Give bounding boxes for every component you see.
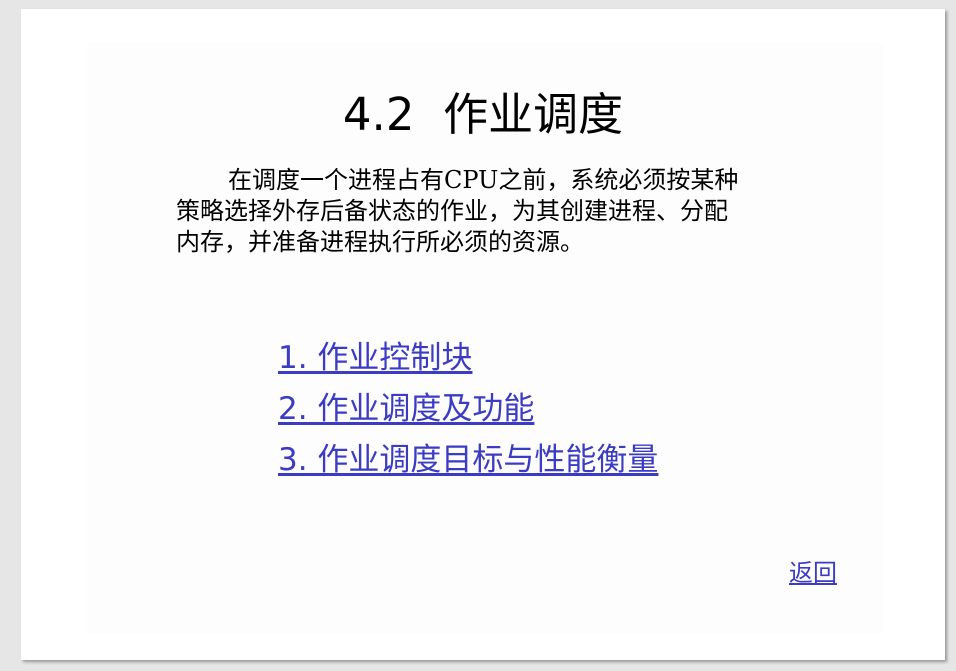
back-link[interactable]: 返回 (789, 558, 837, 588)
slide: 4.2 作业调度 在调度一个进程占有CPU之前，系统必须按某种 策略选择外存后备… (21, 9, 945, 660)
link-job-control-block[interactable]: 1. 作业控制块 (278, 333, 658, 384)
slide-title: 4.2 作业调度 (342, 88, 624, 141)
link-scheduling-goals-performance[interactable]: 3. 作业调度目标与性能衡量 (278, 435, 658, 486)
paragraph-line: 在调度一个进程占有CPU之前，系统必须按某种 (228, 166, 739, 194)
paragraph-line: 内存，并准备进程执行所必须的资源。 (176, 228, 584, 256)
link-job-scheduling-functions[interactable]: 2. 作业调度及功能 (278, 384, 658, 435)
paragraph-line: 策略选择外存后备状态的作业，为其创建进程、分配 (176, 197, 728, 225)
slide-paragraph: 在调度一个进程占有CPU之前，系统必须按某种 策略选择外存后备状态的作业，为其创… (176, 165, 796, 258)
topic-links: 1. 作业控制块 2. 作业调度及功能 3. 作业调度目标与性能衡量 (278, 333, 658, 486)
